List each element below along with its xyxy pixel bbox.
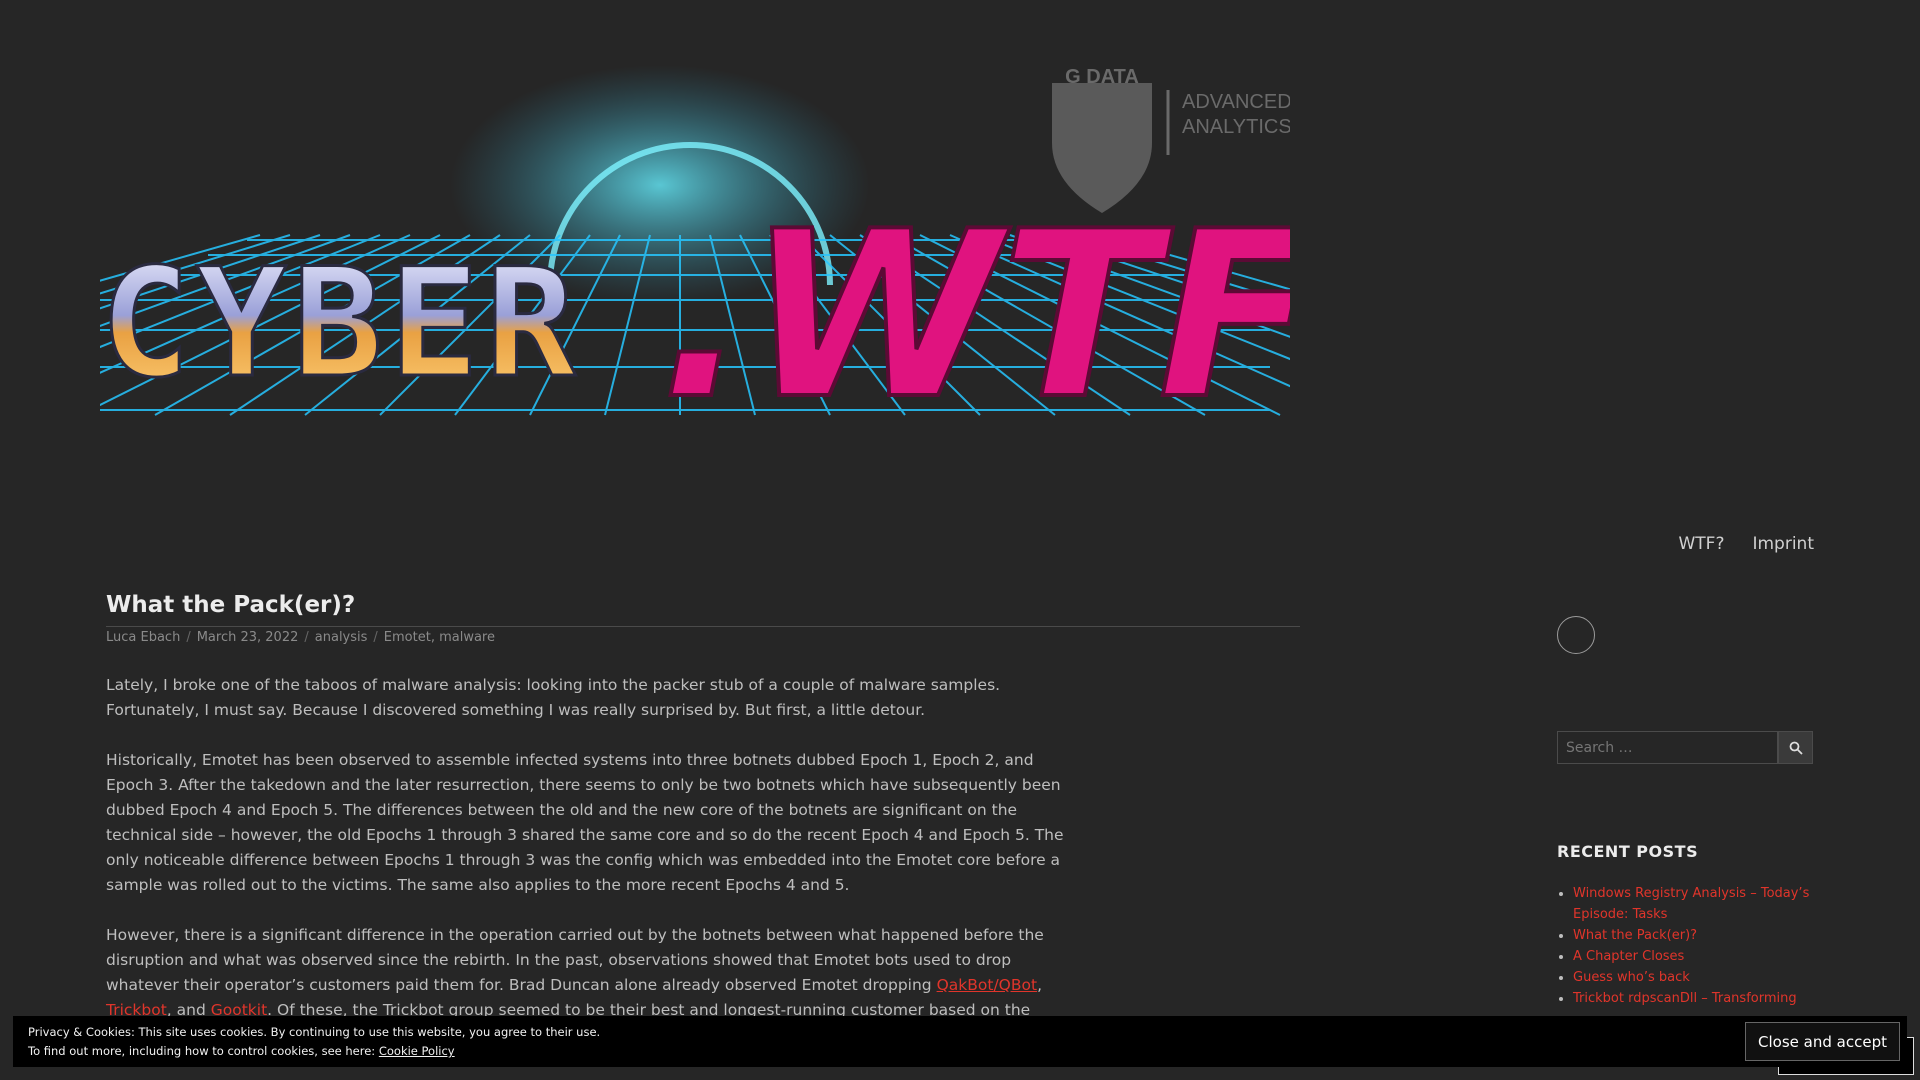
recent-posts-heading: RECENT POSTS	[1557, 842, 1699, 861]
post-category-link[interactable]: analysis	[315, 630, 368, 645]
recent-post-link[interactable]: Windows Registry Analysis – Today’s Epis…	[1573, 886, 1809, 922]
cookie-text: Privacy & Cookies: This site uses cookie…	[28, 1023, 600, 1061]
meta-separator: /	[373, 630, 378, 645]
list-item: Windows Registry Analysis – Today’s Epis…	[1573, 883, 1829, 925]
link-qakbot[interactable]: QakBot/QBot	[937, 976, 1038, 994]
logo-cyber-text: CYBER	[100, 237, 582, 411]
post-tags-links[interactable]: Emotet, malware	[384, 630, 495, 645]
recent-post-link[interactable]: Guess who’s back	[1573, 970, 1690, 985]
post-meta: Luca Ebach / March 23, 2022 / analysis /…	[106, 630, 495, 645]
list-item: Trickbot rdpscanDll – Transforming	[1573, 988, 1829, 1009]
cookie-policy-link[interactable]: Cookie Policy	[379, 1044, 455, 1058]
list-item: What the Pack(er)?	[1573, 925, 1829, 946]
paragraph-epochs: Historically, Emotet has been observed t…	[106, 751, 1064, 894]
post-author-link[interactable]: Luca Ebach	[106, 630, 180, 645]
recent-post-link[interactable]: What the Pack(er)?	[1573, 928, 1697, 943]
main-navigation: WTF? Imprint	[1678, 534, 1814, 554]
cookie-line-2: To find out more, including how to contr…	[28, 1044, 455, 1058]
meta-separator: /	[186, 630, 191, 645]
cookie-line-1: Privacy & Cookies: This site uses cookie…	[28, 1025, 601, 1039]
post-content: Lately, I broke one of the taboos of mal…	[106, 673, 1068, 1073]
post-title[interactable]: What the Pack(er)?	[106, 592, 1300, 627]
recent-posts-list: Windows Registry Analysis – Today’s Epis…	[1557, 883, 1829, 1009]
search-icon	[1789, 741, 1803, 755]
logo-wtf-text: .WTF	[660, 183, 1290, 450]
paragraph-intro: Lately, I broke one of the taboos of mal…	[106, 676, 1001, 719]
nav-item-imprint[interactable]: Imprint	[1752, 534, 1814, 554]
advanced-label: ADVANCED	[1182, 91, 1290, 113]
avatar[interactable]	[1557, 616, 1595, 654]
post-date-link[interactable]: March 23, 2022	[197, 630, 299, 645]
analytics-label: ANALYTICS	[1182, 116, 1290, 138]
cookie-banner: Privacy & Cookies: This site uses cookie…	[13, 1016, 1907, 1067]
close-and-accept-button[interactable]: Close and accept	[1745, 1022, 1900, 1061]
list-item: A Chapter Closes	[1573, 946, 1829, 967]
recent-post-link[interactable]: A Chapter Closes	[1573, 949, 1684, 964]
meta-separator: /	[304, 630, 309, 645]
list-item: Guess who’s back	[1573, 967, 1829, 988]
search-form	[1557, 731, 1813, 764]
nav-item-wtf[interactable]: WTF?	[1678, 534, 1724, 554]
recent-post-link[interactable]: Trickbot rdpscanDll – Transforming	[1573, 991, 1797, 1006]
svg-text:G DATA: G DATA	[1065, 66, 1139, 88]
search-input[interactable]	[1557, 731, 1778, 764]
search-button[interactable]	[1778, 731, 1813, 764]
site-logo[interactable]: CYBER .WTF G DATA ADVANCED ANALYTICS	[100, 55, 1290, 475]
